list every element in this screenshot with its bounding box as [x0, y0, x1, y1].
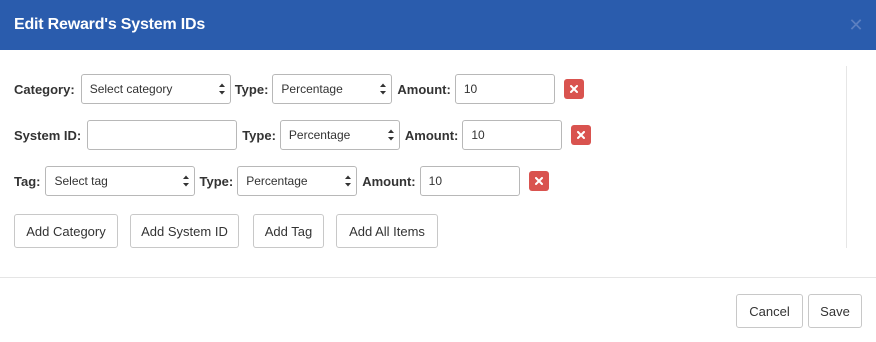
tag-row: Tag: Select tag Type: Percentage Amount:… [14, 166, 549, 196]
cancel-button[interactable]: Cancel [736, 294, 803, 328]
category-label: Category: [14, 81, 75, 97]
dialog-title: Edit Reward's System IDs [14, 16, 206, 33]
select-arrows-icon [218, 83, 225, 95]
type-label: Type: [199, 173, 234, 189]
category-amount-input[interactable]: 10 [454, 74, 555, 104]
close-icon[interactable]: ✕ [848, 16, 864, 34]
category-select-value: Select category [89, 82, 173, 96]
edit-system-ids-dialog: Edit Reward's System IDs ✕ Category: Sel… [0, 0, 876, 342]
tag-amount-input[interactable]: 10 [419, 166, 520, 196]
save-button[interactable]: Save [808, 294, 862, 328]
system-id-amount-value: 10 [471, 128, 485, 142]
close-icon [569, 85, 578, 93]
add-category-button[interactable]: Add Category [14, 214, 118, 248]
category-type-value: Percentage [281, 82, 343, 96]
category-row: Category: Select category Type: Percenta… [14, 74, 584, 104]
add-all-items-button[interactable]: Add All Items [336, 214, 438, 248]
type-label: Type: [242, 127, 276, 143]
close-icon [577, 131, 586, 139]
tag-type-value: Percentage [246, 174, 308, 188]
select-arrows-icon [380, 83, 387, 95]
system-id-label: System ID: [14, 127, 82, 143]
close-icon [534, 177, 543, 185]
system-id-type-value: Percentage [288, 128, 351, 142]
amount-label: Amount: [397, 81, 451, 97]
system-id-type-select[interactable]: Percentage [279, 120, 400, 150]
select-arrows-icon [345, 175, 352, 187]
select-arrows-icon [387, 129, 394, 141]
add-tag-button[interactable]: Add Tag [253, 214, 324, 248]
remove-category-button[interactable] [563, 79, 584, 99]
amount-label: Amount: [404, 127, 459, 143]
tag-select-value: Select tag [54, 174, 108, 188]
system-id-amount-input[interactable]: 10 [462, 120, 563, 150]
select-arrows-icon [183, 175, 190, 187]
category-type-select[interactable]: Percentage [272, 74, 393, 104]
remove-system-id-button[interactable] [571, 125, 592, 145]
system-id-input[interactable] [87, 120, 238, 150]
footer-divider [0, 277, 876, 278]
add-system-id-button[interactable]: Add System ID [130, 214, 239, 248]
dialog-header: Edit Reward's System IDs ✕ [0, 0, 876, 50]
type-label: Type: [234, 81, 269, 97]
category-select[interactable]: Select category [80, 74, 231, 104]
tag-type-select[interactable]: Percentage [237, 166, 358, 196]
dialog-body: Category: Select category Type: Percenta… [0, 50, 876, 278]
tag-select[interactable]: Select tag [45, 166, 196, 196]
scrollbar[interactable] [846, 66, 862, 248]
remove-tag-button[interactable] [528, 171, 549, 191]
tag-label: Tag: [14, 173, 41, 189]
category-amount-value: 10 [463, 82, 478, 96]
system-id-row: System ID: Type: Percentage Amount: 10 [14, 120, 592, 150]
tag-amount-value: 10 [428, 174, 442, 188]
amount-label: Amount: [362, 173, 416, 189]
